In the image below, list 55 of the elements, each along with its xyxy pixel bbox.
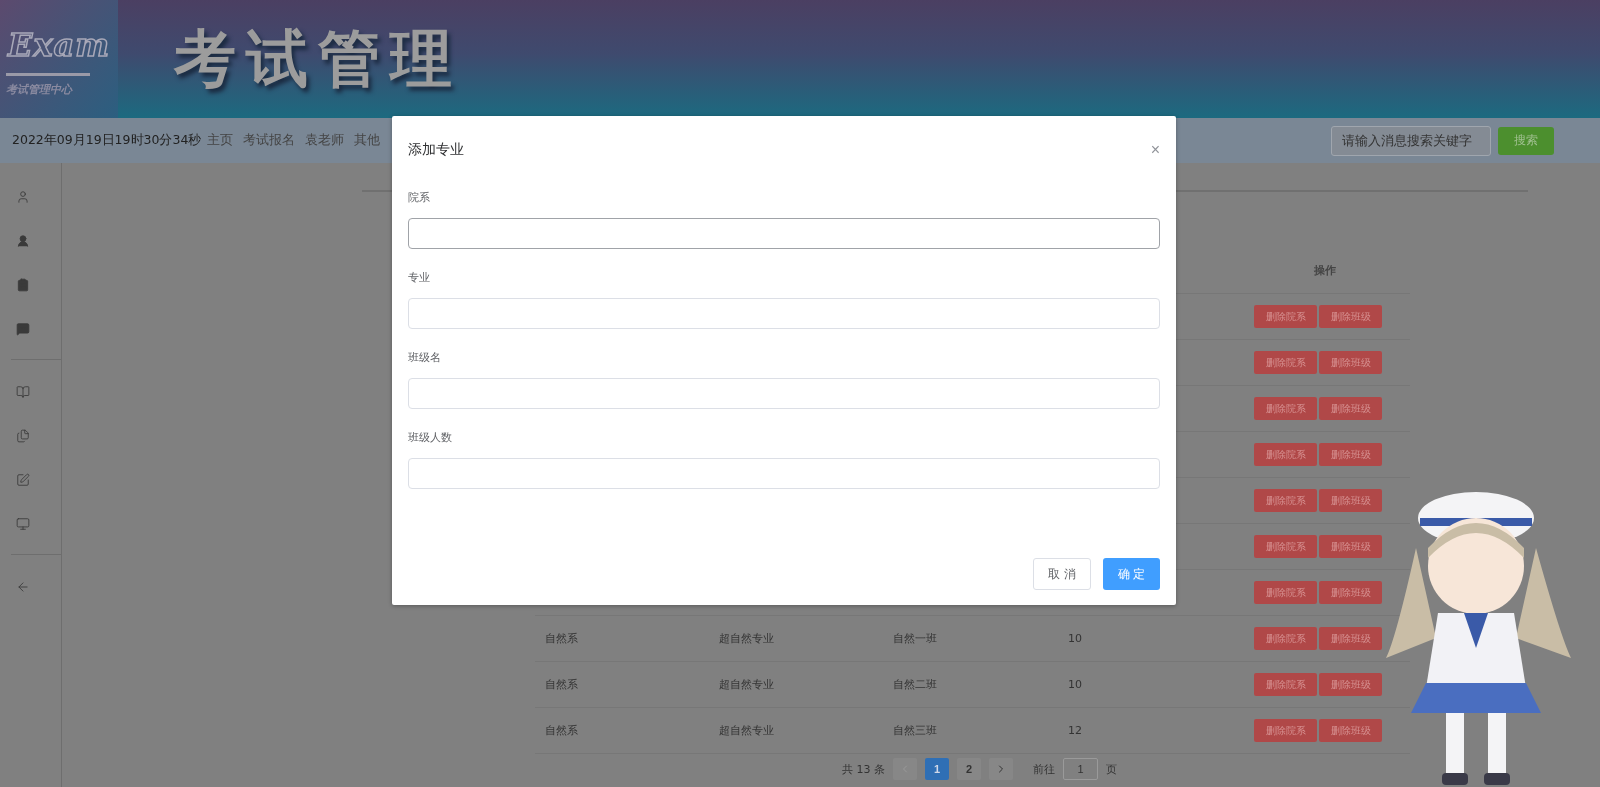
user-icon[interactable] — [16, 234, 30, 248]
cancel-button[interactable]: 取 消 — [1033, 558, 1091, 590]
delete-button[interactable]: 删除班级 — [1319, 397, 1382, 420]
site-title: 考试管理 — [174, 21, 462, 97]
clipboard-icon[interactable] — [16, 278, 30, 292]
delete-button[interactable]: 删除班级 — [1319, 627, 1382, 650]
search-button[interactable]: 搜索 — [1498, 126, 1554, 155]
delete-button[interactable]: 删除班级 — [1319, 351, 1382, 374]
table-cell-text: 自然系 — [544, 631, 579, 646]
documents-icon[interactable] — [16, 429, 30, 443]
page-button[interactable]: 1 — [925, 758, 949, 780]
total-count: 共 13 条 — [842, 761, 885, 777]
edit-icon[interactable] — [16, 473, 30, 487]
table-cell-text: 超自然专业 — [718, 677, 775, 692]
page-button[interactable]: 2 — [957, 758, 981, 780]
delete-button[interactable]: 删除班级 — [1319, 719, 1382, 742]
dialog-title: 添加专业 — [408, 141, 464, 159]
table-cell-text: 10 — [1067, 632, 1083, 645]
table-cell-text: 超自然专业 — [718, 631, 775, 646]
nav-link[interactable]: 主页 — [207, 132, 234, 149]
nav-link[interactable]: 考试报名 — [243, 132, 296, 149]
monitor-icon[interactable] — [16, 517, 30, 531]
search-field[interactable]: 请输入消息搜索关键字 — [1331, 125, 1491, 156]
table-cell-text: 10 — [1067, 678, 1083, 691]
page-input[interactable]: 1 — [1063, 758, 1098, 780]
book-icon[interactable] — [16, 385, 30, 399]
table-cell-text: 自然系 — [544, 677, 579, 692]
delete-button[interactable]: 删除班级 — [1319, 443, 1382, 466]
table-cell-text: 自然系 — [544, 723, 579, 738]
column-header: 操作 — [1314, 263, 1336, 278]
field-label: 班级人数 — [408, 431, 452, 445]
page-suffix: 页 — [1106, 761, 1117, 777]
logo-text: Exam — [6, 25, 112, 66]
delete-button[interactable]: 删除班级 — [1319, 581, 1382, 604]
table-cell-text: 12 — [1067, 724, 1083, 737]
field-label: 专业 — [408, 271, 430, 285]
message-icon[interactable] — [16, 322, 30, 336]
close-button[interactable]: × — [1150, 141, 1160, 159]
nav-link[interactable]: 其他 — [354, 132, 381, 149]
datetime-text: 2022年09月19日19时30分34秒 — [12, 132, 202, 149]
input-field[interactable] — [408, 218, 1160, 249]
table-cell-text: 自然二班 — [892, 677, 938, 692]
user-icon[interactable] — [16, 190, 30, 204]
goto-label: 前往 — [1033, 761, 1055, 777]
delete-button[interactable]: 删除班级 — [1319, 305, 1382, 328]
delete-button[interactable]: 删除班级 — [1319, 535, 1382, 558]
nav-link[interactable]: 袁老师 — [305, 132, 345, 149]
field-label: 院系 — [408, 191, 430, 205]
field-label: 班级名 — [408, 351, 441, 365]
delete-button[interactable]: 删除班级 — [1319, 489, 1382, 512]
logo-subtitle: 考试管理中心 — [6, 82, 74, 97]
delete-button[interactable]: 删除班级 — [1319, 673, 1382, 696]
confirm-button[interactable]: 确 定 — [1103, 558, 1160, 590]
table-cell-text: 超自然专业 — [718, 723, 775, 738]
next-page-button[interactable] — [989, 758, 1013, 780]
